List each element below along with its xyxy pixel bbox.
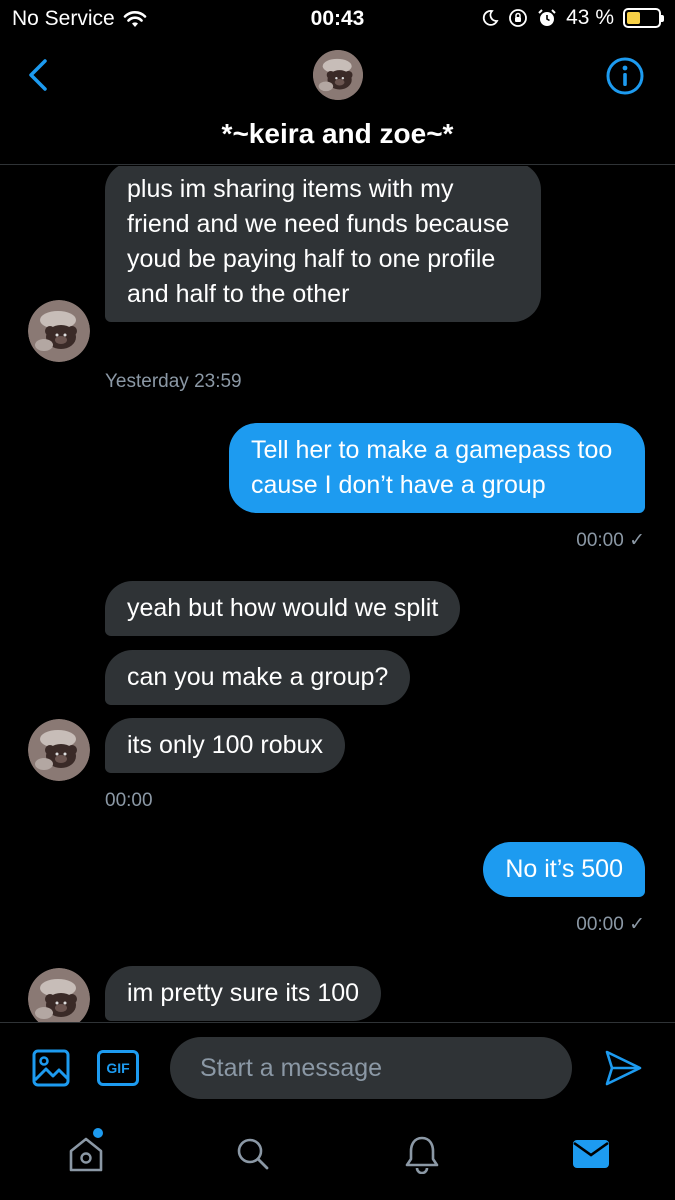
incoming-message[interactable]: its only 100 robux: [105, 718, 345, 773]
send-icon: [605, 1050, 642, 1086]
message-input[interactable]: [170, 1037, 572, 1099]
message-text: Tell her to make a gamepass too cause I …: [251, 436, 613, 499]
send-button[interactable]: [603, 1048, 643, 1088]
tab-bar: [0, 1112, 675, 1200]
message-timestamp: 00:00 ✓: [576, 530, 645, 551]
search-icon: [237, 1138, 269, 1170]
chevron-left-icon: [29, 59, 47, 91]
conversation-avatar[interactable]: [313, 50, 363, 100]
bear-avatar-image: [28, 300, 90, 362]
tab-home[interactable]: [66, 1134, 106, 1174]
bear-avatar-image: [313, 50, 363, 100]
add-image-button[interactable]: [32, 1049, 70, 1087]
alarm-icon: [538, 9, 556, 26]
bell-icon: [405, 1136, 439, 1175]
home-icon: [69, 1137, 103, 1172]
message-timestamp: 00:00: [105, 790, 153, 811]
message-timestamp: Yesterday 23:59: [105, 371, 242, 392]
battery-fill: [627, 12, 640, 24]
status-bar: No Service 00:43 43 %: [0, 0, 675, 40]
outgoing-message[interactable]: No it’s 500: [483, 842, 645, 897]
message-composer: GIF: [0, 1022, 675, 1112]
back-button[interactable]: [18, 55, 58, 95]
message-text: can you make a group?: [127, 663, 389, 691]
tab-search[interactable]: [233, 1134, 273, 1174]
info-icon: [606, 57, 644, 95]
image-icon: [32, 1049, 70, 1087]
message-list[interactable]: plus im sharing items with my friend and…: [0, 166, 675, 1023]
message-text: im pretty sure its 100: [127, 979, 360, 1007]
bear-avatar-image: [28, 719, 90, 781]
tab-notifications[interactable]: [402, 1134, 442, 1175]
sender-avatar[interactable]: [28, 300, 90, 362]
message-text: its only 100 robux: [127, 731, 323, 759]
sender-avatar[interactable]: [28, 968, 90, 1023]
gif-label: GIF: [106, 1060, 130, 1076]
incoming-message[interactable]: yeah but how would we split: [105, 581, 461, 636]
conversation-header: *~keira and zoe~*: [0, 40, 675, 165]
message-text: yeah but how would we split: [127, 594, 439, 622]
tab-messages[interactable]: [571, 1134, 611, 1174]
mail-icon: [573, 1140, 609, 1168]
battery-icon: [623, 8, 664, 28]
message-text: plus im sharing items with my friend and…: [127, 175, 510, 308]
info-button[interactable]: [605, 56, 645, 96]
bear-avatar-image: [28, 968, 90, 1023]
battery-percent: 43 %: [566, 6, 614, 29]
sender-avatar[interactable]: [28, 719, 90, 781]
notification-dot: [93, 1128, 103, 1138]
conversation-title[interactable]: *~keira and zoe~*: [0, 118, 675, 150]
gif-button[interactable]: GIF: [97, 1050, 139, 1086]
incoming-message[interactable]: plus im sharing items with my friend and…: [105, 166, 541, 322]
incoming-message[interactable]: im pretty sure its 100: [105, 966, 382, 1021]
message-timestamp: 00:00 ✓: [576, 914, 645, 935]
rotation-lock-icon: [509, 9, 528, 27]
outgoing-message[interactable]: Tell her to make a gamepass too cause I …: [229, 423, 645, 513]
status-icons: 43 %: [481, 6, 664, 30]
incoming-message[interactable]: can you make a group?: [105, 650, 411, 705]
message-text: No it’s 500: [505, 855, 623, 883]
moon-icon: [482, 10, 499, 26]
